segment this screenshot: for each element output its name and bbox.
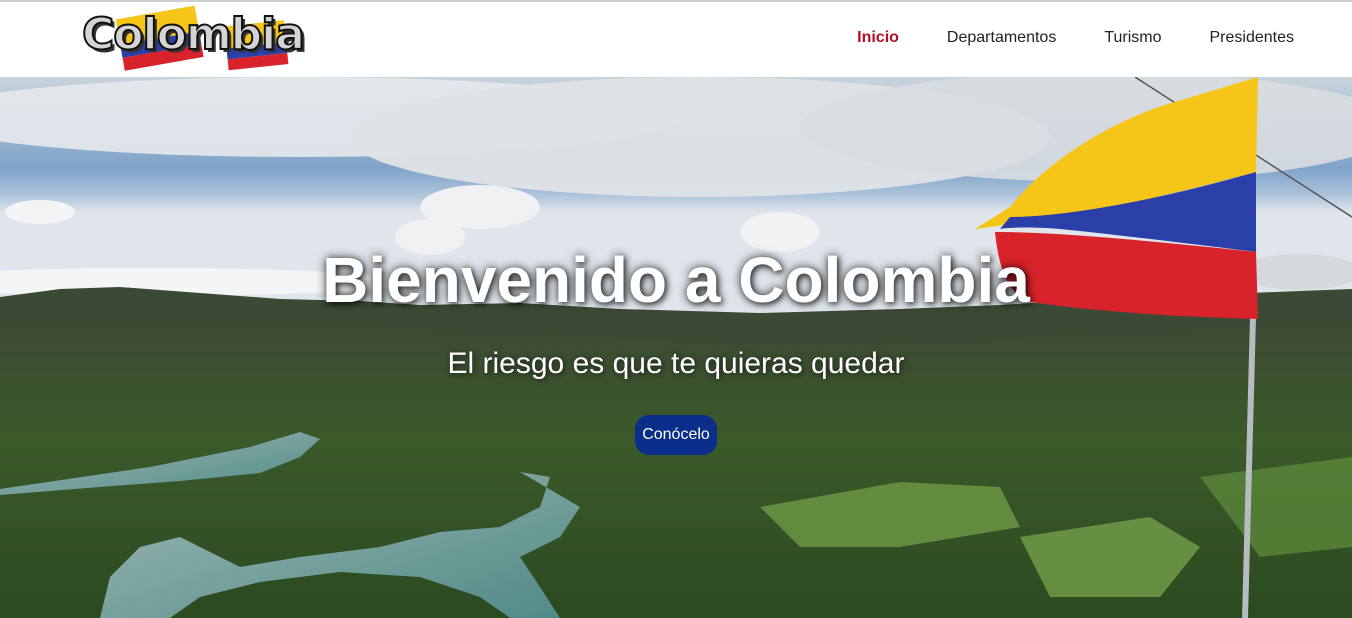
nav-item-turismo[interactable]: Turismo <box>1104 29 1161 47</box>
main-nav: Inicio Departamentos Turismo Presidentes <box>809 29 1294 47</box>
site-logo[interactable]: Colombia <box>78 2 318 74</box>
nav-item-presidentes[interactable]: Presidentes <box>1210 29 1295 47</box>
site-header: Colombia Inicio Departamentos Turismo Pr… <box>0 2 1352 77</box>
nav-item-inicio[interactable]: Inicio <box>857 29 899 47</box>
hero-subtitle: El riesgo es que te quieras quedar <box>447 347 905 380</box>
hero-banner: Bienvenido a Colombia El riesgo es que t… <box>0 77 1352 618</box>
logo-text: Colombia <box>81 8 306 61</box>
nav-item-departamentos[interactable]: Departamentos <box>947 29 1056 47</box>
hero-title: Bienvenido a Colombia <box>322 244 1030 316</box>
conocelo-button[interactable]: Conócelo <box>635 415 717 455</box>
